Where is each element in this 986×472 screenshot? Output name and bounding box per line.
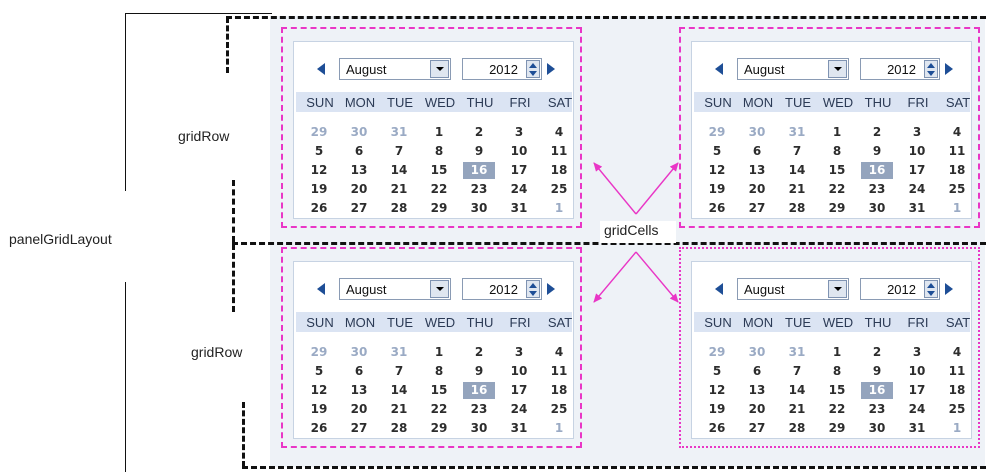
arrow-to-bottom-right xyxy=(635,251,679,303)
arrow-to-top-right xyxy=(635,162,679,215)
grid-cells-arrows xyxy=(593,162,679,303)
arrow-to-bottom-left xyxy=(593,251,637,303)
arrow-to-top-left xyxy=(593,162,637,215)
